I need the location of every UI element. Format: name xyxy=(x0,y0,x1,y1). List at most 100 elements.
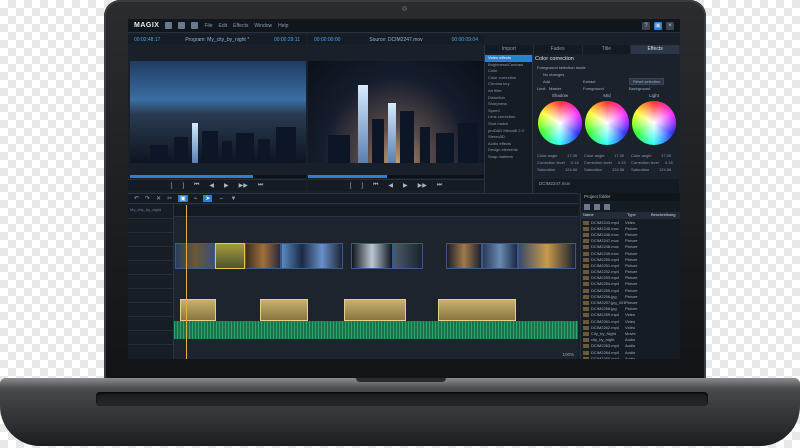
master-option[interactable]: Master xyxy=(549,86,561,91)
track-header-6[interactable] xyxy=(128,289,173,303)
menu-help[interactable]: Help xyxy=(278,23,288,29)
timeline-ruler[interactable] xyxy=(174,205,578,217)
track-header-1[interactable] xyxy=(128,219,173,233)
effect-mercalli[interactable]: proDAD Mercalli 2.0 xyxy=(485,128,532,135)
shadow-sat-value[interactable]: 124.56 xyxy=(565,167,577,172)
shadow-level-value[interactable]: 0.16 xyxy=(571,160,579,165)
play-reverse-icon[interactable]: ◀ xyxy=(209,182,214,189)
audio-clip[interactable] xyxy=(260,299,308,321)
list-view-icon[interactable] xyxy=(604,203,610,210)
undo-icon[interactable]: ↶ xyxy=(134,195,139,202)
pointer-icon[interactable]: ➤ xyxy=(203,195,213,202)
source-video-preview[interactable] xyxy=(308,61,484,163)
close-button[interactable]: × xyxy=(666,22,674,30)
delete-icon[interactable]: ✕ xyxy=(156,195,161,202)
light-angle-value[interactable]: 17.39 xyxy=(661,153,671,158)
music-audio-track[interactable] xyxy=(174,321,578,339)
light-color-wheel[interactable] xyxy=(632,101,676,145)
video-clip[interactable] xyxy=(175,243,215,269)
effect-chroma-key[interactable]: Chroma key xyxy=(485,81,532,88)
effect-color-correction[interactable]: Color correction xyxy=(485,75,532,82)
track-header-2[interactable] xyxy=(128,233,173,247)
source-skip-back-icon[interactable]: ⏮ xyxy=(373,182,378,189)
shadow-angle-value[interactable]: 17.39 xyxy=(567,153,577,158)
video-clip[interactable] xyxy=(518,243,576,269)
track-header-8[interactable] xyxy=(128,317,173,331)
effect-art-filter[interactable]: Art filter xyxy=(485,88,532,95)
source-progress-bar[interactable] xyxy=(308,175,484,178)
light-sat-value[interactable]: 124.56 xyxy=(659,167,671,172)
no-changes-option[interactable]: No changes xyxy=(543,72,564,77)
tab-fades[interactable]: Fades xyxy=(534,45,583,54)
zoom-level[interactable]: 100% xyxy=(562,352,574,357)
effect-speed[interactable]: Speed xyxy=(485,108,532,115)
add-option[interactable]: Add xyxy=(543,79,550,84)
save-icon[interactable] xyxy=(191,22,199,29)
open-folder-icon[interactable] xyxy=(178,22,186,29)
source-play-reverse-icon[interactable]: ◀ xyxy=(388,182,393,189)
track-header-9[interactable] xyxy=(128,331,173,345)
source-skip-forward-icon[interactable]: ⏭ xyxy=(437,182,442,189)
tab-effects[interactable]: Effects xyxy=(631,45,680,54)
program-progress-bar[interactable] xyxy=(130,175,306,178)
menu-file[interactable]: File xyxy=(204,23,212,29)
menu-effects[interactable]: Effects xyxy=(233,23,248,29)
light-level-value[interactable]: 0.16 xyxy=(665,160,673,165)
track-header-4[interactable] xyxy=(128,261,173,275)
video-clip[interactable] xyxy=(281,243,343,269)
effect-video-effects[interactable]: Video effects xyxy=(485,55,532,62)
effect-sharpness[interactable]: Sharpness xyxy=(485,101,532,108)
folder-icon[interactable] xyxy=(584,203,590,210)
skip-forward-icon[interactable]: ⏭ xyxy=(258,182,263,189)
help-button[interactable]: ? xyxy=(642,22,650,30)
effect-snap-markers[interactable]: Snap markers xyxy=(485,154,532,161)
shadow-color-wheel[interactable] xyxy=(538,101,582,145)
mid-level-value[interactable]: 0.15 xyxy=(618,160,626,165)
project-file-row[interactable]: DCIM2265.mp4 Audio xyxy=(581,355,680,359)
effect-lens-correction[interactable]: Lens correction xyxy=(485,114,532,121)
mid-angle-value[interactable]: 17.39 xyxy=(614,153,624,158)
video-clip[interactable] xyxy=(351,243,393,269)
mid-color-wheel[interactable] xyxy=(585,101,629,145)
play-icon[interactable]: ▶ xyxy=(224,182,229,189)
redo-icon[interactable]: ↷ xyxy=(145,195,150,202)
video-clip[interactable] xyxy=(446,243,482,269)
video-clip[interactable] xyxy=(215,243,245,269)
mark-in-icon[interactable]: [ xyxy=(171,183,173,189)
effect-distortion[interactable]: Distortion xyxy=(485,95,532,102)
split-icon[interactable]: ✂ xyxy=(167,195,172,202)
snap-icon[interactable]: ⌁ xyxy=(194,195,198,202)
mid-sat-value[interactable]: 124.56 xyxy=(612,167,624,172)
program-video-preview[interactable] xyxy=(130,61,306,163)
marker-icon[interactable]: ▼ xyxy=(230,196,236,202)
edit-mode-icon[interactable]: ▣ xyxy=(178,195,188,202)
new-file-icon[interactable] xyxy=(165,22,173,29)
tab-title[interactable]: Title xyxy=(583,45,632,54)
source-mark-in-icon[interactable]: [ xyxy=(350,183,352,189)
tab-import[interactable]: Import xyxy=(485,45,534,54)
effect-color[interactable]: Color xyxy=(485,68,532,75)
playhead[interactable] xyxy=(186,205,187,359)
column-description[interactable]: Beschreibung xyxy=(649,212,675,219)
source-fast-forward-icon[interactable]: ▶▶ xyxy=(418,182,427,189)
video-clip[interactable] xyxy=(482,243,518,269)
skip-back-icon[interactable]: ⏮ xyxy=(194,182,199,189)
foreground-option[interactable]: Foreground xyxy=(583,86,604,91)
column-type[interactable]: Type xyxy=(625,212,649,219)
track-header-5[interactable] xyxy=(128,275,173,289)
layout-button[interactable]: ▣ xyxy=(654,22,662,30)
effect-brightness[interactable]: Brightness/Contrast xyxy=(485,62,532,69)
audio-clip[interactable] xyxy=(344,299,406,321)
source-play-icon[interactable]: ▶ xyxy=(403,182,408,189)
audio-clip[interactable] xyxy=(438,299,516,321)
effect-stereo3d[interactable]: Stereo3D xyxy=(485,134,532,141)
reset-selection-button[interactable]: Reset selection xyxy=(629,78,665,85)
menu-window[interactable]: Window xyxy=(254,23,272,29)
mark-out-icon[interactable]: ] xyxy=(182,183,184,189)
track-header-3[interactable] xyxy=(128,247,173,261)
effect-shot-match[interactable]: Shot match xyxy=(485,121,532,128)
import-icon[interactable] xyxy=(594,203,600,210)
track-header-7[interactable] xyxy=(128,303,173,317)
effect-audio-effects[interactable]: Audio effects xyxy=(485,141,532,148)
video-clip[interactable] xyxy=(393,243,423,269)
